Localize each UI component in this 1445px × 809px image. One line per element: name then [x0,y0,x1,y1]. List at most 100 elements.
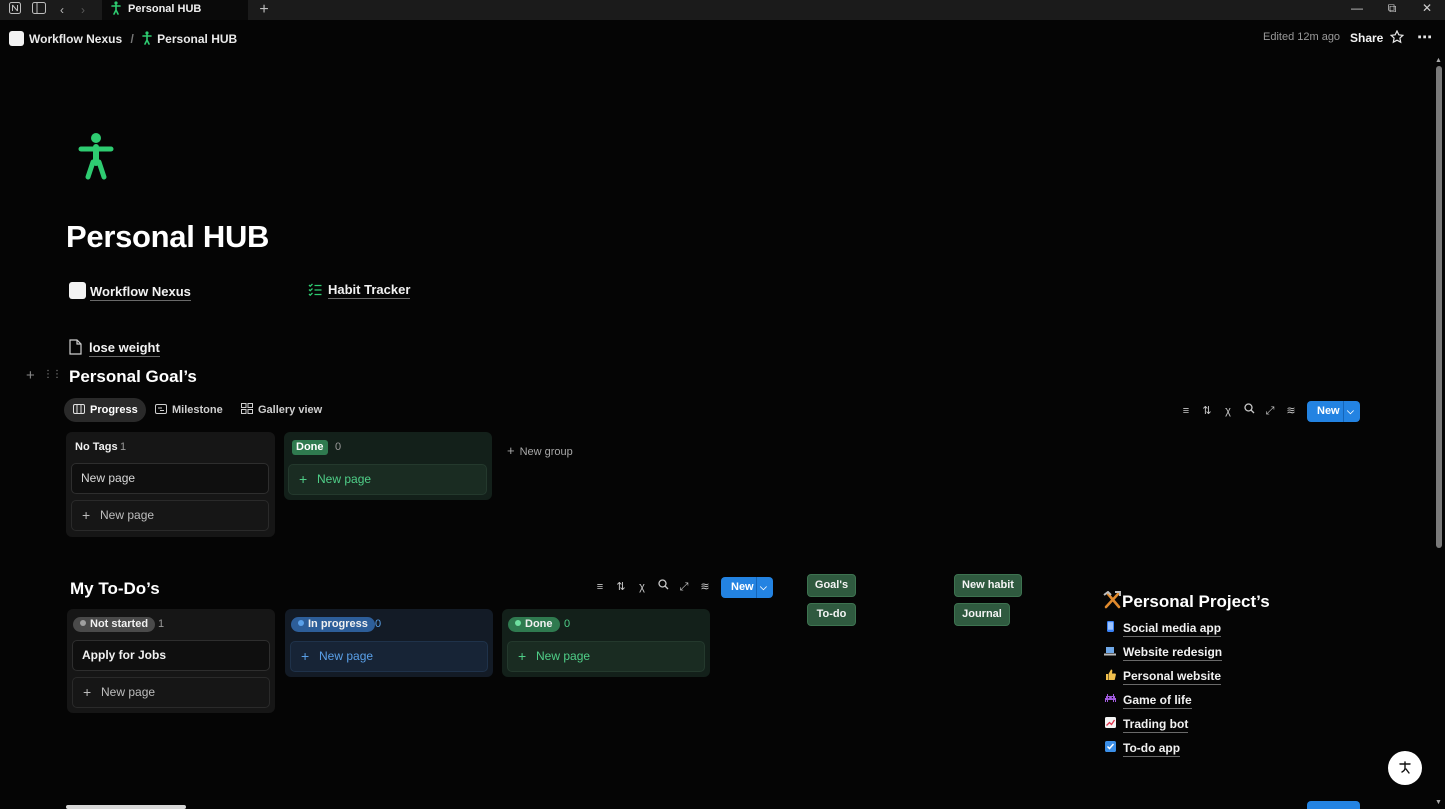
project-label: Website redesign [1123,645,1223,661]
app-logo-icon[interactable] [7,2,23,18]
scroll-down-icon[interactable]: ▼ [1435,799,1442,806]
link-label: Workflow Nexus [90,284,191,301]
goals-heading[interactable]: Personal Goal’s [69,367,197,387]
scroll-up-icon[interactable]: ▲ [1435,57,1442,64]
hammer-pick-icon [1103,590,1122,614]
project-item[interactable]: Game of life [1104,693,1192,709]
add-page-button[interactable]: + New page [288,464,487,495]
alien-icon [1104,694,1116,707]
column-label: Not started [73,617,156,632]
window-titlebar: ‹ › Personal HUB + — ⧉ ✕ [0,0,1445,20]
board-column-not-started: Not started 1 Apply for Jobs + New page [67,609,275,713]
new-group-button[interactable]: + New group [507,443,573,458]
new-button-label: New [731,581,754,593]
filter-icon[interactable]: ≡ [592,579,608,595]
share-button[interactable]: Share [1350,31,1383,45]
project-label: To-do app [1123,741,1181,757]
page-title[interactable]: Personal HUB [66,219,269,255]
board-card[interactable]: Apply for Jobs [72,640,270,671]
project-item[interactable]: Social media app [1104,621,1222,637]
breadcrumb-page[interactable]: Personal HUB [157,32,237,46]
goals-quick-button[interactable]: Goal's [807,574,856,597]
new-button-partial[interactable] [1307,801,1360,809]
projects-heading[interactable]: Personal Project’s [1103,590,1270,614]
todos-heading[interactable]: My To-Do’s [70,579,160,599]
edited-timestamp: Edited 12m ago [1263,31,1341,43]
column-label: Done [508,617,560,632]
plus-icon: + [83,684,92,700]
search-icon[interactable] [655,579,671,595]
close-icon[interactable]: ✕ [1417,1,1437,15]
done-tag: Done [292,440,328,455]
todo-quick-button[interactable]: To-do [807,603,856,626]
gallery-icon [241,398,253,422]
new-group-label: New group [519,446,573,458]
tab-progress[interactable]: Progress [64,398,146,422]
board-column-done: Done 0 + New page [284,432,492,500]
chevron-down-icon[interactable]: ⌵ [760,577,767,598]
project-label: Trading bot [1123,717,1189,733]
star-icon[interactable] [1389,29,1405,47]
sort-icon[interactable]: ⇅ [613,579,629,595]
settings-sliders-icon[interactable]: ≋ [697,579,713,595]
automation-icon[interactable]: χ [1220,403,1236,419]
subpage-lose-weight[interactable]: lose weight [69,339,160,358]
settings-sliders-icon[interactable]: ≋ [1283,403,1299,419]
chevron-down-icon[interactable]: ⌵ [1347,401,1354,422]
add-label: New page [319,649,374,663]
add-label: New page [101,685,156,699]
plus-icon: + [82,507,91,523]
filter-icon[interactable]: ≡ [1178,403,1194,419]
tab-milestone[interactable]: Milestone [146,398,231,422]
sort-icon[interactable]: ⇅ [1199,403,1215,419]
search-icon[interactable] [1241,403,1257,419]
add-page-button[interactable]: + New page [290,641,488,672]
board-card[interactable]: New page [71,463,269,494]
link-workflow-nexus[interactable]: Workflow Nexus [69,282,191,301]
project-item[interactable]: Personal website [1104,669,1222,685]
add-page-button[interactable]: + New page [72,677,270,708]
expand-icon[interactable]: ⤢ [1262,403,1278,419]
add-page-button[interactable]: + New page [71,500,269,531]
tab-gallery-view[interactable]: Gallery view [232,398,330,422]
todos-new-button[interactable]: New ⌵ [721,577,773,598]
project-label: Game of life [1123,693,1192,709]
forward-arrow-icon[interactable]: › [75,2,91,18]
project-item[interactable]: Website redesign [1104,645,1223,661]
ai-assistant-button[interactable] [1388,751,1422,785]
add-page-button[interactable]: + New page [507,641,705,672]
breadcrumb-workspace[interactable]: Workflow Nexus [29,32,122,46]
new-habit-button[interactable]: New habit [954,574,1022,597]
tab-personal-hub[interactable]: Personal HUB [102,0,248,20]
journal-button[interactable]: Journal [954,603,1010,626]
column-count: 0 [564,618,571,630]
automation-icon[interactable]: χ [634,579,650,595]
page-icon[interactable] [78,132,114,183]
checklist-icon [308,283,322,299]
scrollbar-thumb[interactable] [1436,66,1442,548]
chart-up-icon [1104,717,1116,731]
tab-label: Progress [90,404,138,416]
column-label: No Tags [75,441,118,453]
project-item[interactable]: Trading bot [1104,717,1189,733]
expand-icon[interactable]: ⤢ [676,579,692,595]
minimize-icon[interactable]: — [1347,1,1367,15]
checkbox-icon [1104,741,1116,755]
plus-icon: + [507,443,515,458]
drag-handle-icon[interactable]: ⋮⋮ [43,369,62,380]
link-habit-tracker[interactable]: Habit Tracker [308,282,411,299]
more-options-icon[interactable]: ⋯ [1417,28,1432,46]
goals-new-button[interactable]: New ⌵ [1307,401,1360,422]
column-count: 0 [375,618,382,630]
subpage-label: lose weight [89,340,160,357]
restore-icon[interactable]: ⧉ [1382,1,1402,16]
new-tab-button[interactable]: + [256,2,272,18]
add-block-icon[interactable]: + [26,367,35,384]
breadcrumb-separator: / [130,32,134,46]
sidebar-toggle-icon[interactable] [31,2,47,18]
back-arrow-icon[interactable]: ‹ [54,2,70,18]
person-icon [142,31,152,48]
project-item[interactable]: To-do app [1104,741,1181,757]
column-count: 1 [158,618,165,630]
status-tag: Done [508,617,560,632]
